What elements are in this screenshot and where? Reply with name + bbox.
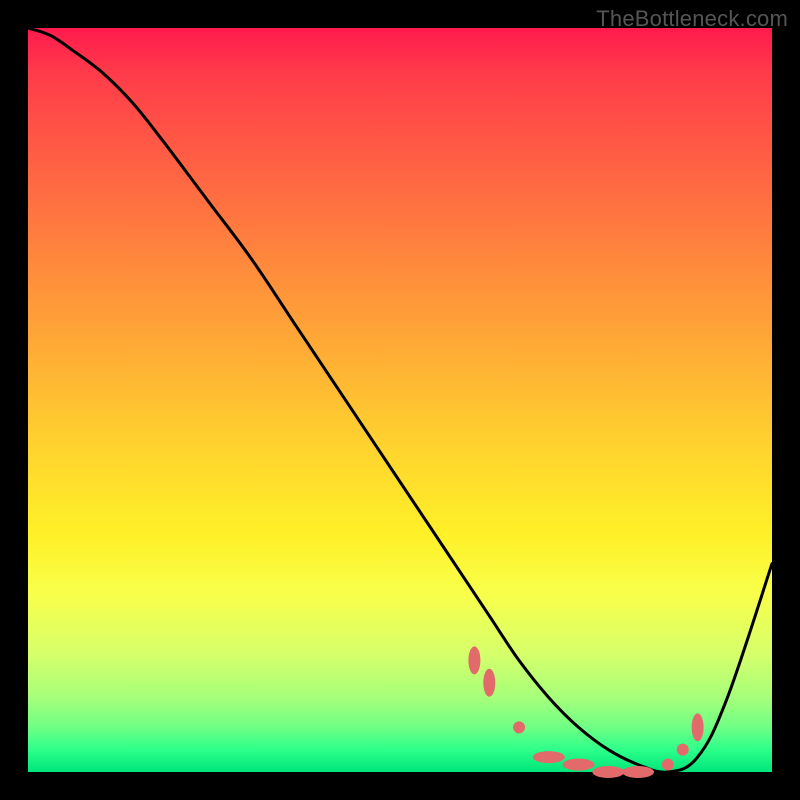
- curve-marker: [483, 669, 495, 697]
- curve-marker: [592, 766, 624, 778]
- curve-marker: [662, 759, 674, 771]
- curve-marker: [563, 759, 595, 771]
- curve-marker: [533, 751, 565, 763]
- curve-marker: [677, 744, 689, 756]
- chart-frame: TheBottleneck.com: [0, 0, 800, 800]
- bottleneck-curve: [28, 28, 772, 772]
- curve-marker: [622, 766, 654, 778]
- curve-marker: [468, 646, 480, 674]
- curve-marker: [692, 713, 704, 741]
- curve-svg: [28, 28, 772, 772]
- plot-area: [28, 28, 772, 772]
- markers-group: [468, 646, 703, 778]
- watermark-text: TheBottleneck.com: [596, 6, 788, 32]
- curve-marker: [513, 721, 525, 733]
